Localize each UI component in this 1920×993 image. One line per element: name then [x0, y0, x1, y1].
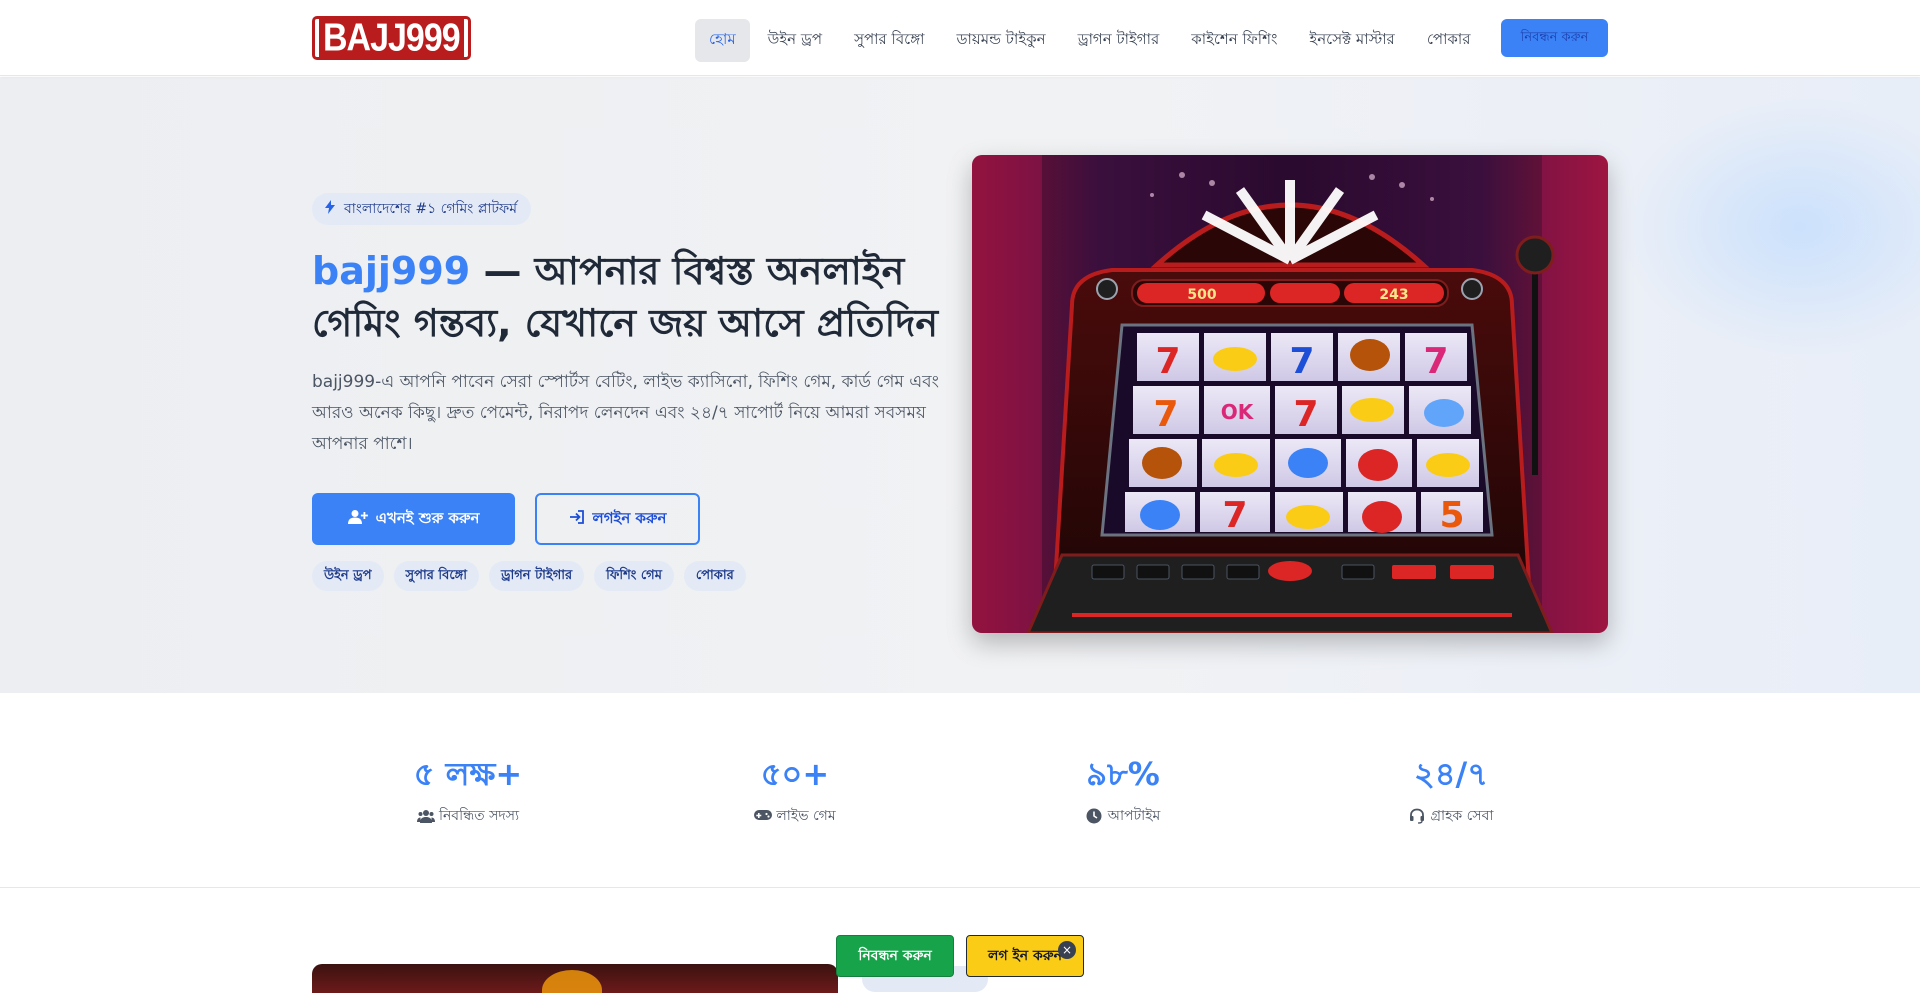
close-icon[interactable]: ×: [1058, 941, 1076, 959]
slot-display-left: 500: [1187, 287, 1216, 303]
nav-item-poker[interactable]: পোকার: [1413, 19, 1485, 62]
floating-register-button[interactable]: নিবন্ধন করুন: [836, 935, 954, 977]
chip-dragon-tiger[interactable]: ড্রাগন টাইগার: [488, 561, 585, 591]
start-now-label: এখনই শুরু করুন: [375, 508, 480, 527]
nav-item-diamond-tycoon[interactable]: ডায়মন্ড টাইকুন: [943, 19, 1060, 62]
stat-label-row: গ্রাহক সেবা: [1321, 804, 1581, 828]
clock-icon: [1086, 808, 1102, 824]
users-icon: [416, 808, 435, 824]
site-header: BAJJ999 হোম উইন ড্রপ সুপার বিঙ্গো ডায়মন…: [0, 0, 1920, 76]
user-plus-icon: [347, 509, 368, 529]
nav-item-kaishen-fishing[interactable]: কাইশেন ফিশিং: [1177, 19, 1291, 62]
stat-label: নিবন্ধিত সদস্য: [438, 808, 520, 824]
bolt-icon: [324, 200, 336, 218]
stat-members: ৫ লক্ষ+ নিবন্ধিত সদস্য: [338, 754, 598, 828]
nav-item-dragon-tiger[interactable]: ড্রাগন টাইগার: [1064, 19, 1174, 62]
next-section-image: [312, 964, 838, 993]
nav-item-home[interactable]: হোম: [695, 19, 750, 62]
hero-title: bajj999 — আপনার বিশ্বস্ত অনলাইন গেমিং গন…: [312, 245, 952, 349]
slot-machine-image: 500 243 7 7 7 7 7 7 5 OK: [972, 155, 1608, 633]
stat-value: ৫০+: [760, 755, 830, 793]
svg-text:7: 7: [1155, 341, 1180, 382]
login-label: লগইন করুন: [592, 508, 667, 527]
nav-item-win-drop[interactable]: উইন ড্রপ: [754, 19, 836, 62]
stat-label: আপটাইম: [1107, 808, 1161, 824]
hero-badge: বাংলাদেশের #১ গেমিং প্লাটফর্ম: [312, 193, 532, 225]
svg-text:7: 7: [1289, 341, 1314, 382]
game-chips: উইন ড্রপ সুপার বিঙ্গো ড্রাগন টাইগার ফিশি…: [312, 561, 746, 591]
stat-label-row: নিবন্ধিত সদস্য: [338, 804, 598, 828]
svg-text:7: 7: [1222, 495, 1247, 536]
headset-icon: [1409, 808, 1425, 824]
stat-label-row: লাইভ গেম: [665, 804, 925, 828]
hero-section: বাংলাদেশের #১ গেমিং প্লাটফর্ম bajj999 — …: [0, 77, 1920, 693]
stat-label: গ্রাহক সেবা: [1430, 808, 1494, 824]
nav-item-insect-master[interactable]: ইনসেক্ট মাস্টার: [1295, 19, 1408, 62]
start-now-button[interactable]: এখনই শুরু করুন: [312, 493, 515, 545]
gamepad-icon: [754, 808, 773, 824]
hero-glow: [1620, 97, 1920, 357]
stat-value: ৯৮%: [1086, 755, 1160, 793]
stat-value: ৫ লক্ষ+: [413, 755, 523, 793]
stat-uptime: ৯৮% আপটাইম: [993, 754, 1253, 828]
chip-poker[interactable]: পোকার: [683, 561, 746, 591]
logo-text: BAJJ999: [319, 17, 464, 59]
hero-badge-text: বাংলাদেশের #১ গেমিং প্লাটফর্ম: [344, 201, 518, 217]
stat-value: ২৪/৭: [1413, 755, 1489, 793]
stat-label-row: আপটাইম: [993, 804, 1253, 828]
stat-label: লাইভ গেম: [776, 808, 836, 824]
login-button[interactable]: লগইন করুন: [535, 493, 700, 545]
chip-fishing-game[interactable]: ফিশিং গেম: [594, 561, 674, 591]
chip-super-bingo[interactable]: সুপার বিঙ্গো: [393, 561, 479, 591]
hero-description: bajj999-এ আপনি পাবেন সেরা স্পোর্টস বেটিং…: [312, 372, 939, 454]
hero-title-brand: bajj999: [312, 249, 471, 293]
sign-in-icon: [569, 509, 585, 529]
chip-win-drop[interactable]: উইন ড্রপ: [312, 561, 384, 591]
stat-live-games: ৫০+ লাইভ গেম: [665, 754, 925, 828]
svg-text:7: 7: [1153, 394, 1178, 435]
svg-text:5: 5: [1439, 495, 1464, 536]
header-register-button[interactable]: নিবন্ধন করুন: [1501, 19, 1608, 57]
stat-support: ২৪/৭ গ্রাহক সেবা: [1321, 754, 1581, 828]
main-nav: হোম উইন ড্রপ সুপার বিঙ্গো ডায়মন্ড টাইকু…: [695, 19, 1489, 62]
site-logo[interactable]: BAJJ999: [312, 16, 471, 60]
svg-text:7: 7: [1293, 394, 1318, 435]
svg-text:7: 7: [1423, 341, 1448, 382]
svg-text:OK: OK: [1221, 400, 1255, 424]
slot-display-right: 243: [1379, 287, 1408, 303]
nav-item-super-bingo[interactable]: সুপার বিঙ্গো: [840, 19, 938, 62]
stats-section: ৫ লক্ষ+ নিবন্ধিত সদস্য ৫০+ লাইভ গেম ৯৮% …: [0, 693, 1920, 888]
